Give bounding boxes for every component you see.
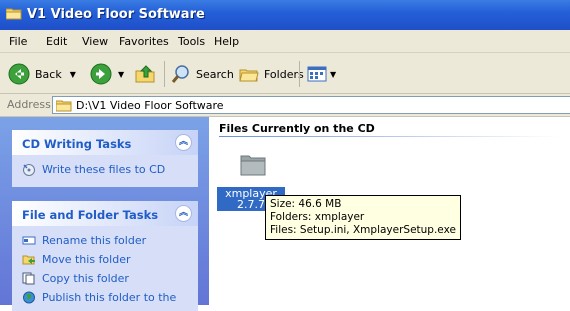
move-icon — [22, 255, 35, 265]
tooltip-files: Files: Setup.ini, XmplayerSetup.exe — [270, 224, 456, 236]
folders-button[interactable]: Folders — [238, 62, 304, 86]
menu-help[interactable]: Help — [214, 35, 239, 48]
task-label: Rename this folder — [42, 234, 147, 247]
up-folder-icon — [135, 65, 155, 83]
move-folder-task[interactable]: Move this folder — [12, 250, 198, 269]
toolbar-separator — [299, 61, 300, 87]
menu-file[interactable]: File — [9, 35, 27, 48]
tooltip-folders: Folders: xmplayer — [270, 211, 365, 223]
up-folder-button[interactable] — [134, 62, 156, 86]
collapse-chevron-icon[interactable]: ︽ — [175, 134, 192, 151]
file-list-pane: Files Currently on the CD xmplayer 2.7.7… — [209, 117, 566, 305]
toolbar: Back ▼ ▼ Search Folders ▼ — [0, 53, 570, 94]
section-title: Files Currently on the CD — [219, 122, 375, 135]
address-bar: Address D:\V1 Video Floor Software — [0, 94, 570, 117]
file-folder-tasks-panel: File and Folder Tasks ︽ Rename this fold… — [12, 201, 198, 311]
back-label: Back — [35, 67, 62, 81]
section-divider — [219, 136, 559, 137]
folders-icon — [239, 69, 259, 82]
title-bar[interactable]: V1 Video Floor Software — [0, 0, 570, 30]
search-button[interactable]: Search — [170, 62, 234, 86]
write-files-to-cd-task[interactable]: Write these files to CD — [12, 160, 198, 179]
search-label: Search — [196, 67, 234, 81]
forward-button[interactable]: ▼ — [90, 62, 124, 86]
folder-icon[interactable] — [239, 151, 267, 177]
task-label: Copy this folder — [42, 272, 129, 285]
back-arrow-icon — [8, 63, 30, 85]
menu-tools[interactable]: Tools — [178, 35, 205, 48]
menu-bar: File Edit View Favorites Tools Help — [0, 30, 570, 53]
menu-favorites[interactable]: Favorites — [119, 35, 169, 48]
rename-folder-task[interactable]: Rename this folder — [12, 231, 198, 250]
back-dropdown-icon[interactable]: ▼ — [70, 70, 76, 79]
menu-edit[interactable]: Edit — [46, 35, 67, 48]
views-dropdown-icon[interactable]: ▼ — [330, 70, 336, 79]
views-button[interactable]: ▼ — [306, 62, 336, 86]
address-path: D:\V1 Video Floor Software — [76, 98, 224, 112]
forward-arrow-icon — [90, 63, 112, 85]
cd-writing-tasks-header[interactable]: CD Writing Tasks ︽ — [12, 130, 198, 155]
address-field[interactable]: D:\V1 Video Floor Software — [52, 96, 570, 114]
task-label: Write these files to CD — [42, 163, 166, 176]
search-icon — [171, 65, 189, 83]
copy-icon — [22, 272, 35, 285]
copy-folder-task[interactable]: Copy this folder — [12, 269, 198, 288]
folder-icon — [6, 8, 22, 20]
globe-icon — [23, 291, 35, 304]
cd-write-icon — [23, 164, 35, 176]
address-label: Address — [7, 98, 51, 111]
panel-title: CD Writing Tasks — [22, 137, 132, 151]
collapse-chevron-icon[interactable]: ︽ — [175, 205, 192, 222]
folder-icon — [56, 100, 72, 111]
file-folder-tasks-header[interactable]: File and Folder Tasks ︽ — [12, 201, 198, 226]
menu-view[interactable]: View — [82, 35, 108, 48]
panel-title: File and Folder Tasks — [22, 208, 159, 222]
task-label: Publish this folder to the — [42, 291, 177, 304]
folders-label: Folders — [264, 67, 304, 81]
rename-icon — [22, 236, 36, 245]
back-button[interactable]: Back ▼ — [8, 62, 76, 86]
task-pane: CD Writing Tasks ︽ Write these files to … — [0, 117, 209, 311]
window-title: V1 Video Floor Software — [27, 7, 205, 22]
task-label: Move this folder — [42, 253, 131, 266]
tooltip-size: Size: 46.6 MB — [270, 198, 342, 210]
toolbar-separator — [164, 61, 165, 87]
publish-folder-task[interactable]: Publish this folder to the — [12, 288, 198, 307]
cd-writing-tasks-panel: CD Writing Tasks ︽ Write these files to … — [12, 130, 198, 187]
views-icon — [307, 66, 327, 82]
forward-dropdown-icon[interactable]: ▼ — [118, 70, 124, 79]
folder-info-tooltip: Size: 46.6 MB Folders: xmplayer Files: S… — [265, 195, 461, 240]
